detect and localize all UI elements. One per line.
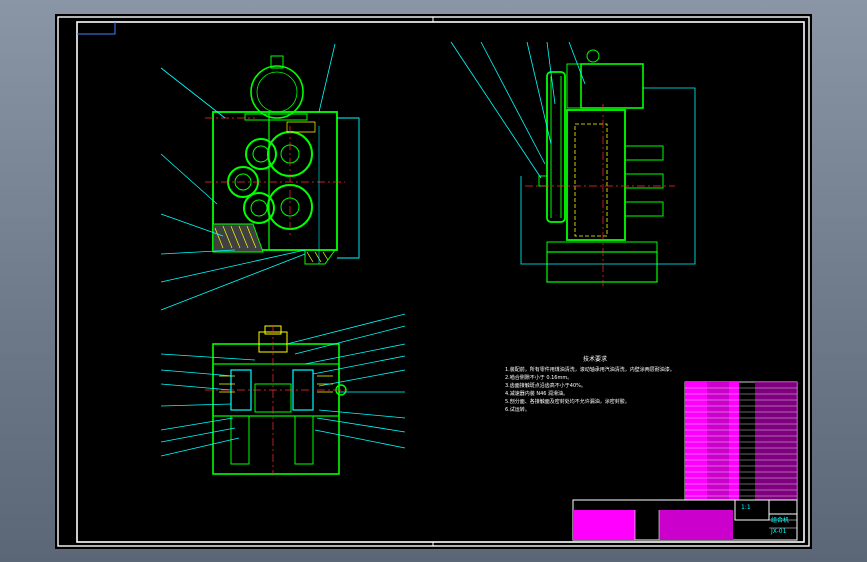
requirement-line: 4.减速器内装 N46 润滑油。	[505, 391, 569, 397]
technical-requirements-title: 技术要求	[582, 356, 607, 363]
drawing-scale: 1:1	[741, 504, 751, 511]
requirement-line: 3.齿面接触斑点沿齿高不小于40%。	[505, 383, 586, 389]
side-view	[450, 41, 696, 286]
parts-list	[684, 381, 798, 501]
cad-viewport[interactable]: 技术要求 1.装配前，所有零件用煤油清洗，滚动轴承用汽油清洗，内壁涂两层耐油漆。…	[0, 0, 867, 562]
drawing-canvas	[57, 16, 810, 547]
technical-requirements: 技术要求 1.装配前，所有零件用煤油清洗，滚动轴承用汽油清洗，内壁涂两层耐油漆。…	[505, 356, 685, 414]
requirement-line: 2.啮合侧隙不小于 0.16mm。	[505, 375, 573, 381]
title-block	[572, 499, 798, 541]
front-view	[160, 43, 360, 311]
requirement-line: 5.剖分面、各接触面及密封处均不允许漏油，涂密封胶。	[505, 399, 630, 405]
corner-tag	[77, 22, 116, 35]
drawing-sheet: 技术要求 1.装配前，所有零件用煤油清洗，滚动轴承用汽油清洗，内壁涂两层耐油漆。…	[55, 14, 812, 549]
section-view	[160, 313, 406, 476]
requirement-line: 6.试运转。	[505, 407, 530, 413]
drawing-number: JX-01	[771, 528, 787, 535]
drawing-name: 组合机	[771, 517, 790, 524]
requirement-line: 1.装配前，所有零件用煤油清洗，滚动轴承用汽油清洗，内壁涂两层耐油漆。	[505, 367, 675, 373]
